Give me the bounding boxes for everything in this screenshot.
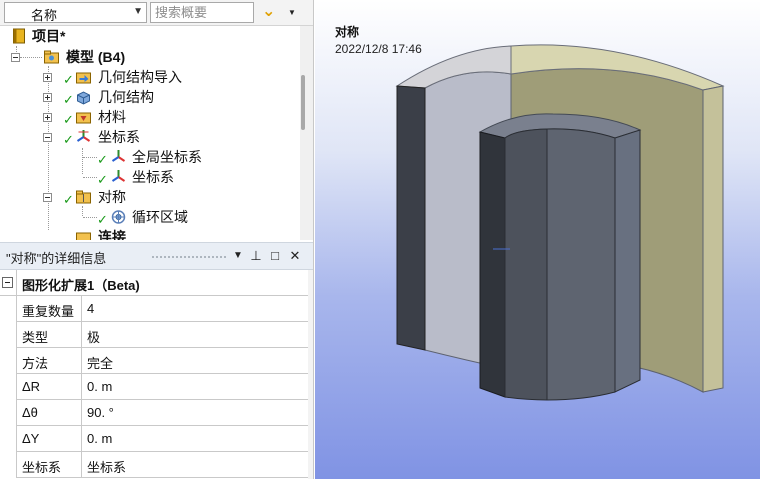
tree-label: 对称 xyxy=(98,189,126,205)
collapse-toggle-icon[interactable] xyxy=(2,277,13,288)
property-value[interactable]: 坐标系 xyxy=(87,457,126,476)
materials-folder-icon xyxy=(76,112,91,124)
outer-ring-end-face xyxy=(396,85,426,351)
outline-tree: 项目* 模型 (B4) ✓ 几何结构导入 ✓ 几何结构 ✓ 材料 ✓ 坐标系 ✓… xyxy=(0,26,300,240)
inner-segment-right-face xyxy=(614,129,641,393)
property-row[interactable]: ΔY 0. m xyxy=(16,426,313,452)
tree-label: 材料 xyxy=(98,109,126,125)
status-check-icon: ✓ xyxy=(63,192,74,207)
name-filter-value: 名称 xyxy=(31,8,58,23)
cyclic-region-icon xyxy=(111,210,126,224)
geometry-icon xyxy=(77,91,90,105)
inner-segment-end-face xyxy=(479,131,506,398)
property-row[interactable]: 类型 极 xyxy=(16,322,313,348)
property-value[interactable]: 4 xyxy=(87,301,94,316)
filter-options-button[interactable]: ⌄ ▼ xyxy=(260,1,300,24)
property-value[interactable]: 完全 xyxy=(87,353,113,372)
inner-segment-face-dark xyxy=(504,128,548,401)
property-value[interactable]: 0. m xyxy=(87,379,112,394)
chevron-down-icon: ▼ xyxy=(133,6,143,17)
property-group[interactable]: 图形化扩展1（Beta) xyxy=(0,270,313,296)
status-check-icon: ✓ xyxy=(63,132,74,147)
expand-toggle-icon[interactable] xyxy=(43,93,52,102)
property-name: Δθ xyxy=(22,405,38,420)
property-name: ΔR xyxy=(22,379,41,394)
property-row[interactable]: 坐标系 坐标系 xyxy=(16,452,313,478)
close-icon[interactable]: ✕ xyxy=(287,247,303,265)
connections-folder-icon xyxy=(76,232,91,240)
expand-toggle-icon[interactable] xyxy=(43,113,52,122)
dropdown-arrow-icon: ▼ xyxy=(288,8,296,17)
details-scrollbar[interactable] xyxy=(308,270,313,479)
3d-model-view[interactable] xyxy=(315,0,760,479)
outline-toolbar: 名称 ▼ ⌄ ▼ xyxy=(0,0,313,26)
book-icon xyxy=(13,28,25,44)
name-filter-select[interactable]: 名称 ▼ xyxy=(4,2,147,23)
left-panel: 名称 ▼ ⌄ ▼ 项目* xyxy=(0,0,314,479)
pin-icon[interactable]: ⊥ xyxy=(248,247,264,265)
status-check-icon: ✓ xyxy=(97,152,108,167)
model-folder-icon xyxy=(44,50,59,64)
tree-label: 几何结构导入 xyxy=(98,69,182,85)
coordinate-axes-icon xyxy=(111,170,126,182)
tree-label: 几何结构 xyxy=(98,89,154,105)
collapse-toggle-icon[interactable] xyxy=(43,193,52,202)
drag-handle[interactable] xyxy=(151,255,227,259)
collapse-toggle-icon[interactable] xyxy=(11,53,20,62)
status-check-icon: ✓ xyxy=(63,92,74,107)
tree-label: 坐标系 xyxy=(132,169,174,185)
property-name: 坐标系 xyxy=(22,460,62,475)
graphics-viewport[interactable]: 对称 2022/12/8 17:46 xyxy=(315,0,760,479)
property-name: 重复数量 xyxy=(22,304,75,319)
maximize-icon[interactable]: □ xyxy=(267,247,283,265)
property-row[interactable]: 方法 完全 xyxy=(16,348,313,374)
tree-label: 连接 xyxy=(98,229,126,240)
property-name: 方法 xyxy=(22,356,49,371)
coordinate-axes-icon xyxy=(76,130,91,142)
tree-label: 全局坐标系 xyxy=(132,149,202,165)
property-row[interactable]: ΔR 0. m xyxy=(16,374,313,400)
property-value[interactable]: 极 xyxy=(87,327,100,346)
tree-label: 模型 (B4) xyxy=(66,49,126,65)
tree-label: 坐标系 xyxy=(98,129,140,145)
status-check-icon: ✓ xyxy=(63,112,74,127)
tree-label: 循环区域 xyxy=(132,209,188,225)
property-value[interactable]: 90. ° xyxy=(87,405,114,420)
expand-toggle-icon[interactable] xyxy=(43,73,52,82)
collapse-toggle-icon[interactable] xyxy=(43,133,52,142)
panel-menu-icon[interactable]: ▼ xyxy=(230,247,246,265)
property-value[interactable]: 0. m xyxy=(87,431,112,446)
property-row[interactable]: 重复数量 4 xyxy=(16,296,313,322)
coordinate-axes-icon xyxy=(111,150,126,162)
property-name: ΔY xyxy=(22,431,40,446)
group-label: 图形化扩展1（Beta) xyxy=(22,278,140,293)
inner-segment-face-mid xyxy=(546,128,616,401)
details-title: "对称"的详细信息 xyxy=(6,251,107,266)
tree-scrollbar-thumb[interactable] xyxy=(301,75,305,130)
expand-chevron-icon: ⌄ xyxy=(262,3,276,20)
property-row[interactable]: Δθ 90. ° xyxy=(16,400,313,426)
import-folder-icon xyxy=(76,72,91,84)
status-check-icon: ✓ xyxy=(63,72,74,87)
symmetry-folder-icon xyxy=(76,190,91,204)
outer-ring-right-face xyxy=(702,85,724,393)
property-name: 类型 xyxy=(22,330,49,345)
tree-scrollbar[interactable] xyxy=(300,26,313,240)
search-input[interactable] xyxy=(150,2,254,23)
tree-label: 项目* xyxy=(32,28,66,44)
details-panel-header: "对称"的详细信息 ▼ ⊥ □ ✕ xyxy=(0,242,313,270)
